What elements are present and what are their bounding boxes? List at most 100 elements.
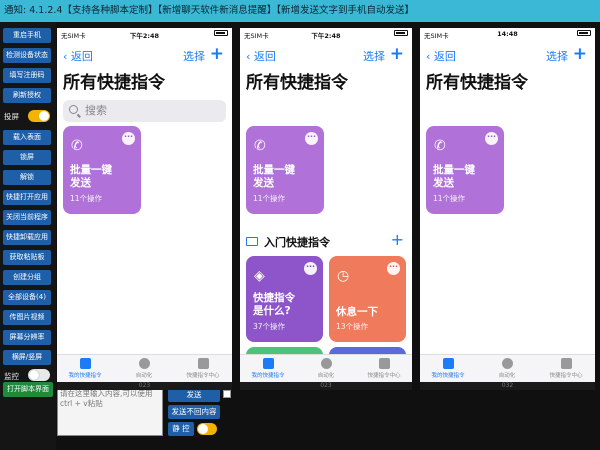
clock: 14:48 <box>497 30 518 38</box>
back-button[interactable]: ‹ 返回 <box>426 48 456 64</box>
select-button[interactable]: 选择 <box>546 48 568 64</box>
tab-automation[interactable]: 自动化 <box>296 358 356 379</box>
tab-label: 快捷指令中心 <box>367 373 401 379</box>
mute-toggle[interactable] <box>197 423 217 435</box>
tab-label: 我的快捷指令 <box>431 373 465 379</box>
more-icon[interactable]: ··· <box>122 132 135 145</box>
get-clipboard-button[interactable]: 获取粘贴板 <box>3 250 51 265</box>
refresh-license-button[interactable]: 刷新授权 <box>3 88 51 103</box>
shortcut-card[interactable]: ✆ ··· 批量一键 发送 11个操作 <box>246 126 324 214</box>
phone-screen-1[interactable]: 无SIM卡 下午2:48 ‹ 返回 选择 + 所有快捷指令 搜索 ✆ ··· 批… <box>57 28 232 390</box>
tab-my-shortcuts[interactable]: 我的快捷指令 <box>240 358 298 379</box>
layers-icon <box>560 358 572 369</box>
back-button[interactable]: ‹ 返回 <box>63 48 93 64</box>
close-app-button[interactable]: 关闭当前程序 <box>3 210 51 225</box>
unlock-button[interactable]: 解锁 <box>3 170 51 185</box>
transfer-media-button[interactable]: 传图片视频 <box>3 310 51 325</box>
tab-automation[interactable]: 自动化 <box>114 358 174 379</box>
add-icon[interactable]: + <box>210 44 224 64</box>
clock-icon <box>501 358 513 369</box>
shortcut-subtitle: 11个操作 <box>433 194 466 203</box>
mute-button[interactable]: 静 控 <box>168 422 194 436</box>
shortcut-subtitle: 11个操作 <box>70 194 103 203</box>
back-button[interactable]: ‹ 返回 <box>246 48 276 64</box>
tab-label: 自动化 <box>317 373 335 379</box>
shortcut-title: 快捷指令 是什么? <box>253 292 295 317</box>
tab-gallery[interactable]: 快捷指令中心 <box>173 358 232 379</box>
battery-icon <box>214 30 228 36</box>
all-devices-button[interactable]: 全部设备(4) <box>3 290 51 305</box>
phone-icon: ✆ <box>434 138 446 154</box>
tab-gallery[interactable]: 快捷指令中心 <box>354 358 412 379</box>
reboot-phone-button[interactable]: 重启手机 <box>3 28 51 43</box>
add-icon[interactable]: + <box>391 230 404 249</box>
search-placeholder: 搜索 <box>85 104 107 117</box>
more-icon[interactable]: ··· <box>305 132 318 145</box>
more-icon[interactable]: ··· <box>387 262 400 275</box>
toggle-knob <box>198 424 208 434</box>
more-icon[interactable]: ··· <box>304 262 317 275</box>
shortcut-title: 批量一键 发送 <box>253 164 295 189</box>
screencast-toggle[interactable] <box>28 110 50 122</box>
phone-screen-2[interactable]: 无SIM卡 下午2:48 ‹ 返回 选择 + 所有快捷指令 ✆ ··· 批量一键… <box>240 28 412 390</box>
folder-title: 入门快捷指令 <box>264 236 330 249</box>
shortcut-card[interactable]: ✆ ··· 批量一键 发送 11个操作 <box>426 126 504 214</box>
tab-my-shortcuts[interactable]: 我的快捷指令 <box>420 358 478 379</box>
tab-label: 我的快捷指令 <box>68 373 102 379</box>
more-icon[interactable]: ··· <box>485 132 498 145</box>
monitor-label: 监控 <box>4 372 19 381</box>
phone-screen-3[interactable]: 无SIM卡 14:48 ‹ 返回 选择 + 所有快捷指令 ✆ ··· 批量一键 … <box>420 28 595 390</box>
layers-icon: ◈ <box>254 268 265 284</box>
register-code-button[interactable]: 填写注册码 <box>3 68 51 83</box>
add-icon[interactable]: + <box>390 44 404 64</box>
screencast-label: 投屏 <box>4 112 19 121</box>
status-bar: 无SIM卡 14:48 <box>420 28 595 40</box>
shortcut-title: 批量一键 发送 <box>70 164 112 189</box>
open-app-button[interactable]: 快捷打开应用 <box>3 190 51 205</box>
shortcut-card[interactable]: ✆ ··· 批量一键 发送 11个操作 <box>63 126 141 214</box>
back-label: 返回 <box>253 50 276 63</box>
option-checkbox[interactable] <box>223 390 231 398</box>
folder-icon <box>246 237 258 246</box>
folder-header[interactable]: 入门快捷指令 + <box>246 230 406 251</box>
control-sidebar: 重启手机 检测设备状态 填写注册码 刷新授权 投屏 载入表面 锁屏 解锁 快捷打… <box>0 22 56 450</box>
clock: 下午2:48 <box>311 32 341 40</box>
device-id: 023 <box>57 382 232 390</box>
send-button[interactable]: 发送 <box>168 388 220 402</box>
layers-icon <box>378 358 390 369</box>
grid-icon <box>262 358 274 369</box>
monitor-toggle[interactable] <box>28 369 50 381</box>
open-script-button[interactable]: 打开脚本界面 <box>3 382 53 397</box>
notice-bar: 通知: 4.1.2.4【支持各种脚本定制】【新增聊天软件新消息提醒】【新增发送文… <box>0 0 600 22</box>
tab-label: 快捷指令中心 <box>549 373 583 379</box>
shortcut-card[interactable]: ◈ ··· 快捷指令 是什么? 37个操作 <box>246 256 323 342</box>
page-title: 所有快捷指令 <box>246 73 348 93</box>
back-label: 返回 <box>70 50 93 63</box>
tab-gallery[interactable]: 快捷指令中心 <box>536 358 595 379</box>
uninstall-app-button[interactable]: 快捷卸载应用 <box>3 230 51 245</box>
page-title: 所有快捷指令 <box>63 73 165 93</box>
tab-bar: 我的快捷指令 自动化 快捷指令中心 <box>240 354 412 382</box>
select-button[interactable]: 选择 <box>363 48 385 64</box>
search-input[interactable]: 搜索 <box>63 100 226 122</box>
select-button[interactable]: 选择 <box>183 48 205 64</box>
add-icon[interactable]: + <box>573 44 587 64</box>
load-surface-button[interactable]: 载入表面 <box>3 130 51 145</box>
shortcut-subtitle: 11个操作 <box>253 194 286 203</box>
clock-icon <box>138 358 150 369</box>
send-no-enter-button[interactable]: 发送不回内容 <box>168 405 220 419</box>
battery-icon <box>577 30 591 36</box>
resolution-button[interactable]: 屏幕分辨率 <box>3 330 51 345</box>
orientation-button[interactable]: 横屏/竖屏 <box>3 350 51 365</box>
shortcut-card[interactable]: ◷ ··· 休息一下 13个操作 <box>329 256 406 342</box>
check-device-button[interactable]: 检测设备状态 <box>3 48 51 63</box>
create-group-button[interactable]: 创建分组 <box>3 270 51 285</box>
message-input[interactable]: 请在这里输入内容,可以使用ctrl + v粘贴 <box>57 386 163 436</box>
shortcut-subtitle: 13个操作 <box>336 322 369 331</box>
toggle-knob <box>39 111 49 121</box>
back-label: 返回 <box>433 50 456 63</box>
shortcut-subtitle: 37个操作 <box>253 322 286 331</box>
tab-my-shortcuts[interactable]: 我的快捷指令 <box>57 358 115 379</box>
tab-automation[interactable]: 自动化 <box>477 358 537 379</box>
lock-screen-button[interactable]: 锁屏 <box>3 150 51 165</box>
